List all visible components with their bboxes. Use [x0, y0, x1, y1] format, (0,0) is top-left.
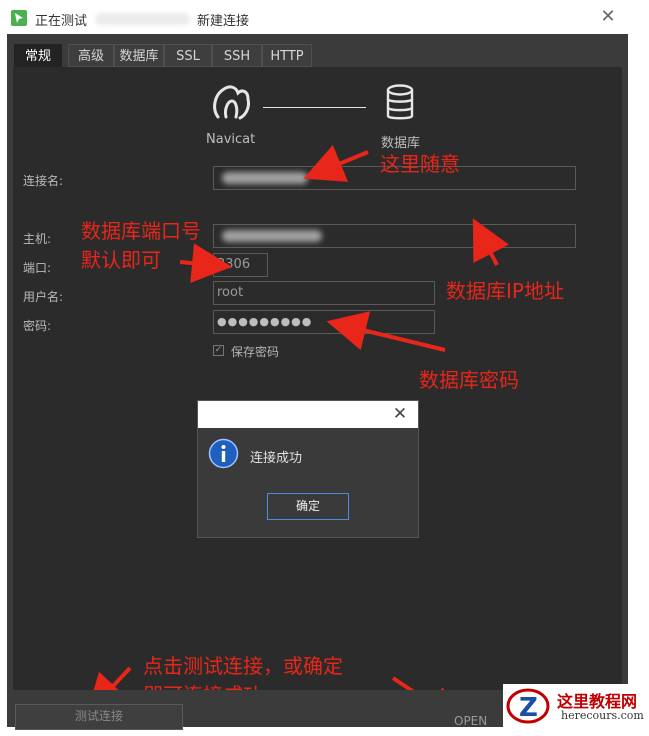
- save-password-checkbox[interactable]: ✓: [213, 345, 224, 356]
- message-text: 连接成功: [250, 451, 303, 466]
- blurred-title-region: [95, 13, 190, 25]
- tab-http[interactable]: HTTP: [262, 44, 312, 67]
- port-input[interactable]: 3306: [213, 253, 268, 277]
- connection-line: [263, 107, 366, 108]
- ok-button[interactable]: 确定: [267, 493, 349, 520]
- port-label: 端口:: [23, 261, 52, 275]
- tab-bar: 常规 高级 数据库 SSL SSH HTTP: [7, 34, 628, 68]
- username-input[interactable]: root: [213, 281, 435, 305]
- message-box-title-bar: ✕: [198, 401, 418, 428]
- annotation-host: 数据库IP地址: [446, 279, 564, 303]
- host-label: 主机:: [23, 232, 52, 246]
- site-watermark: Z 这里教程网 herecours.com: [503, 684, 649, 727]
- tab-ssl[interactable]: SSL: [164, 44, 212, 67]
- database-icon: [385, 84, 419, 124]
- conn-name-label: 连接名:: [23, 174, 64, 188]
- message-box-close-icon[interactable]: ✕: [391, 405, 409, 423]
- blurred-conn-name: [222, 172, 308, 184]
- annotation-bottom-line1: 点击测试连接，或确定: [143, 654, 343, 678]
- connection-dialog: 常规 高级 数据库 SSL SSH HTTP: [7, 34, 628, 727]
- username-label: 用户名:: [23, 290, 64, 304]
- watermark-url: herecours.com: [561, 709, 644, 722]
- info-icon: [208, 438, 239, 469]
- navicat-app-icon: [11, 10, 27, 26]
- tab-advanced[interactable]: 高级: [68, 44, 114, 67]
- success-message-box: ✕ 连接成功 确定: [197, 400, 419, 538]
- annotation-conn-name: 这里随意: [380, 152, 460, 176]
- annotation-port-line1: 数据库端口号: [81, 219, 201, 243]
- tab-ssh[interactable]: SSH: [212, 44, 262, 67]
- window-title-bar: 正在测试 新建连接 ✕: [0, 0, 649, 34]
- window-title-prefix: 正在测试: [35, 14, 88, 29]
- navicat-label: Navicat: [206, 132, 256, 147]
- password-label: 密码:: [23, 319, 52, 333]
- annotation-port-line2: 默认即可: [81, 248, 161, 272]
- tab-general[interactable]: 常规: [14, 44, 62, 67]
- save-password-label: 保存密码: [231, 345, 280, 359]
- window-title-suffix: 新建连接: [197, 14, 250, 29]
- test-connection-button[interactable]: 测试连接: [15, 704, 183, 730]
- annotation-password: 数据库密码: [419, 368, 519, 392]
- general-panel: [13, 67, 622, 690]
- watermark-logo-icon: Z: [505, 686, 551, 726]
- database-label: 数据库: [381, 136, 421, 151]
- tab-databases[interactable]: 数据库: [114, 44, 164, 67]
- window-close-icon[interactable]: ✕: [599, 8, 617, 26]
- blurred-host: [222, 230, 322, 242]
- password-input[interactable]: ●●●●●●●●●: [213, 310, 435, 334]
- navicat-icon: [210, 83, 254, 123]
- svg-text:Z: Z: [519, 693, 538, 723]
